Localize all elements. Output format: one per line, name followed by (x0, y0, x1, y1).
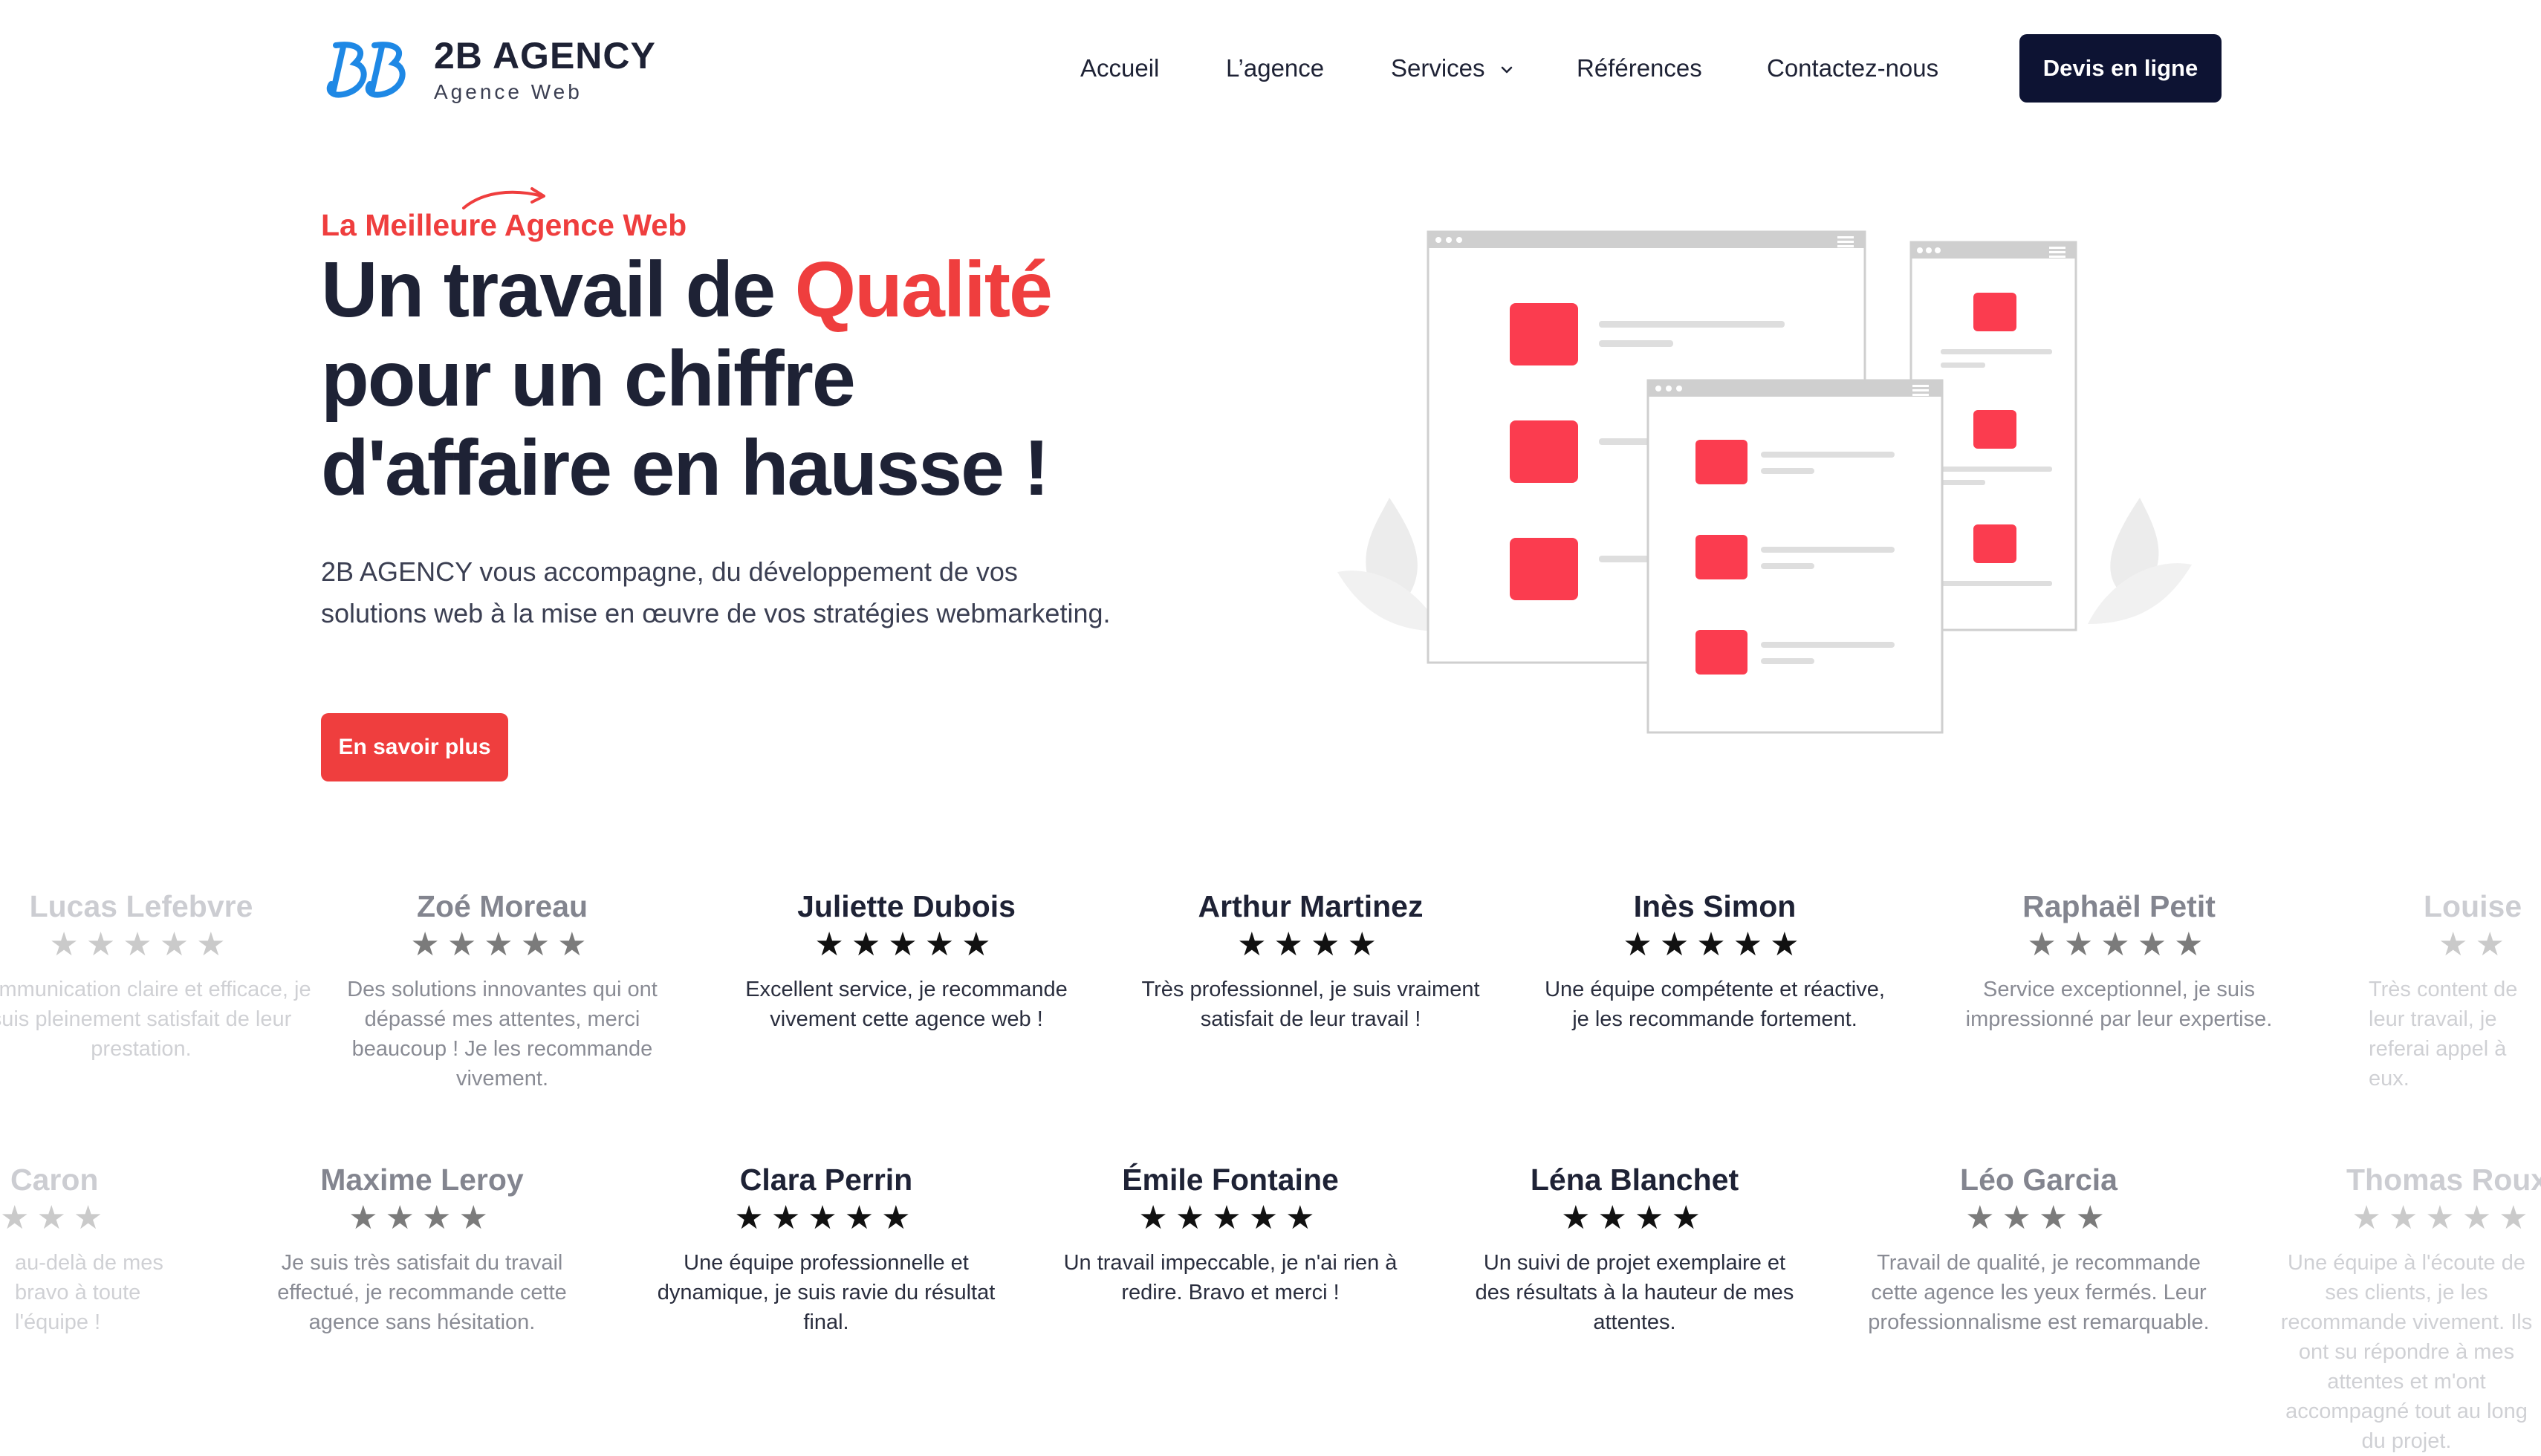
testimonial-card: Louise ★★ Très content de leur travail, … (2352, 888, 2538, 1093)
hero-title: Un travail de Qualité pour un chiffre d'… (321, 245, 1153, 513)
testimonial-card: Zoé Moreau ★★★★★ Des solutions innovante… (331, 888, 673, 1093)
testimonial-text: Un suivi de projet exemplaire et des rés… (1475, 1251, 1794, 1334)
star-rating: ★★★★ (1965, 1200, 2112, 1236)
testimonial-name: Clara Perrin (739, 1163, 913, 1197)
testimonial-card: Inès Simon ★★★★★ Une équipe compétente e… (1544, 888, 1886, 1034)
testimonial-name: Émile Fontaine (1122, 1163, 1339, 1197)
testimonial-name: Raphaël Petit (2022, 889, 2216, 923)
hero-title-accent: Qualité (794, 246, 1053, 334)
hero-illustration (1337, 230, 2192, 734)
learn-more-button[interactable]: En savoir plus (321, 713, 508, 781)
testimonial-card: Maxime Leroy ★★★★ Je suis très satisfait… (251, 1162, 593, 1337)
testimonial-card: Arthur Martinez ★★★★ Très professionnel,… (1140, 888, 1482, 1034)
nav-contact[interactable]: Contactez-nous (1767, 34, 1938, 103)
star-rating: ★★★★ (1561, 1200, 1708, 1236)
testimonial-text: Une équipe professionnelle et dynamique,… (657, 1251, 996, 1334)
testimonial-card: Caron ★★★ au-delà de mes bravo à toute l… (0, 1162, 178, 1337)
testimonial-text: Je suis très satisfait du travail effect… (277, 1251, 567, 1334)
testimonial-name: Louise (2424, 889, 2522, 923)
testimonial-card: Léo Garcia ★★★★ Travail de qualité, je r… (1868, 1162, 2210, 1337)
nav-services-label: Services (1391, 54, 1485, 82)
quote-button[interactable]: Devis en ligne (2019, 34, 2222, 103)
testimonial-text: Très content de leur travail, je referai… (2369, 978, 2518, 1091)
star-rating: ★★★★★ (1623, 926, 1807, 963)
star-rating: ★★★★ (348, 1200, 496, 1236)
testimonial-text: Très professionnel, je suis vraiment sat… (1141, 978, 1480, 1031)
testimonial-text: Une équipe à l'écoute de ses clients, je… (2280, 1251, 2533, 1453)
testimonial-name: Léna Blanchet (1530, 1163, 1739, 1197)
nav-accueil[interactable]: Accueil (1080, 34, 1159, 103)
star-rating: ★★ (2438, 926, 2512, 963)
star-rating: ★★★★★ (814, 926, 999, 963)
hero-description: 2B AGENCY vous accompagne, du développem… (321, 556, 1111, 628)
testimonial-text: Un travail impeccable, je n'ai rien à re… (1063, 1251, 1398, 1304)
star-rating: ★★★★★ (2352, 1200, 2536, 1236)
testimonial-card: Lucas Lefebvre ★★★★★ Communication clair… (0, 888, 312, 1064)
hero-eyebrow: La Meilleure Agence Web (321, 208, 687, 242)
testimonial-name: Inès Simon (1633, 889, 1797, 923)
testimonial-text: au-delà de mes bravo à toute l'équipe ! (15, 1251, 163, 1334)
testimonial-name: Zoé Moreau (416, 889, 588, 923)
testimonial-card: Raphaël Petit ★★★★★ Service exceptionnel… (1948, 888, 2290, 1034)
hero-title-part1: Un travail de (321, 246, 795, 334)
nav-references[interactable]: Références (1577, 34, 1702, 103)
testimonial-text: Travail de qualité, je recommande cette … (1868, 1251, 2210, 1334)
nav-services[interactable]: Services (1391, 34, 1516, 103)
testimonial-text: Des solutions innovantes qui ont dépassé… (347, 978, 658, 1091)
testimonial-text: Excellent service, je recommande vivemen… (745, 978, 1068, 1031)
testimonial-name: Léo Garcia (1960, 1163, 2118, 1197)
testimonial-card: Juliette Dubois ★★★★★ Excellent service,… (736, 888, 1077, 1034)
testimonial-text: Service exceptionnel, je suis impression… (1965, 978, 2273, 1031)
nav-agence[interactable]: L’agence (1226, 34, 1324, 103)
testimonial-name: Lucas Lefebvre (29, 889, 253, 923)
testimonial-card: Clara Perrin ★★★★★ Une équipe profession… (655, 1162, 997, 1337)
testimonial-name: Thomas Roux (2346, 1163, 2541, 1197)
chevron-down-icon (1501, 67, 1512, 74)
star-rating: ★★★★★ (734, 1200, 918, 1236)
testimonial-card: Émile Fontaine ★★★★★ Un travail impeccab… (1059, 1162, 1401, 1307)
star-rating: ★★★ (0, 1200, 111, 1236)
testimonial-card: Léna Blanchet ★★★★ Un suivi de projet ex… (1464, 1162, 1805, 1337)
star-rating: ★★★★★ (410, 926, 594, 963)
testimonial-name: Juliette Dubois (797, 889, 1016, 923)
star-rating: ★★★★★ (2027, 926, 2211, 963)
testimonial-name: Arthur Martinez (1198, 889, 1424, 923)
star-rating: ★★★★★ (1138, 1200, 1323, 1236)
testimonial-name: Maxime Leroy (320, 1163, 524, 1197)
star-rating: ★★★★ (1237, 926, 1384, 963)
testimonial-text: Une équipe compétente et réactive, je le… (1545, 978, 1885, 1031)
testimonial-text: Communication claire et efficace, je sui… (0, 978, 311, 1061)
star-rating: ★★★★★ (49, 926, 233, 963)
testimonial-card: Thomas Roux ★★★★★ Une équipe à l'écoute … (2272, 1162, 2541, 1456)
hero-title-part2: pour un chiffre d'affaire en hausse ! (321, 335, 1050, 512)
testimonial-name: Caron (10, 1163, 99, 1197)
